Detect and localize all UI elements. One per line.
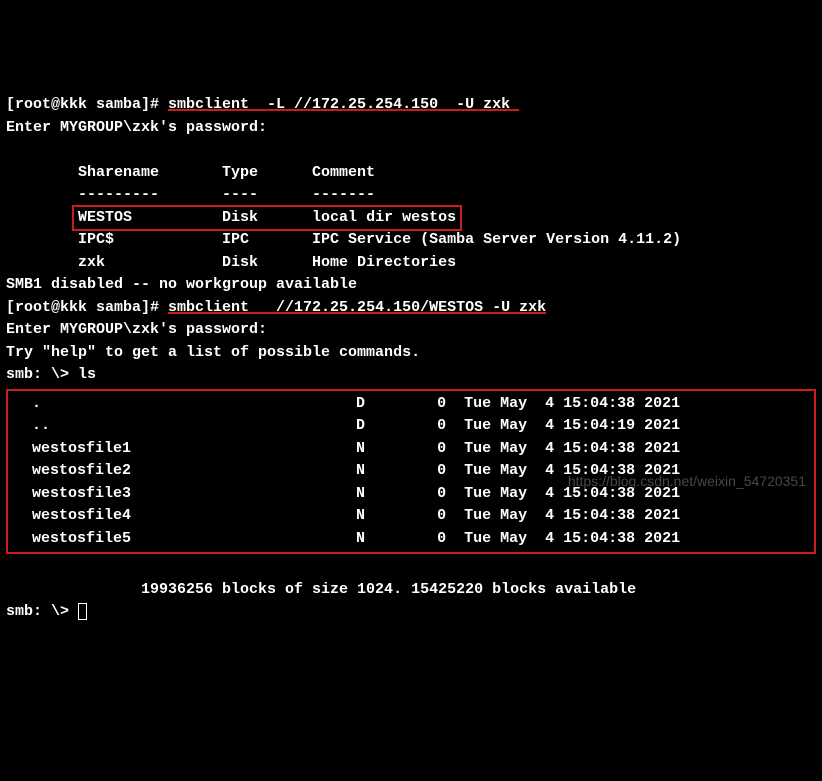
share-row-westos: WESTOS Disk local dir westos <box>74 207 460 230</box>
blocks-available: 19936256 blocks of size 1024. 15425220 b… <box>6 581 636 598</box>
smb1-disabled: SMB1 disabled -- no workgroup available <box>6 276 357 293</box>
listing-row: .. D 0 Tue May 4 15:04:19 2021 <box>14 417 680 434</box>
terminal-output: [root@kkk samba]# smbclient -L //172.25.… <box>6 94 816 624</box>
smb-prompt-end[interactable]: smb: \> <box>6 603 78 620</box>
share-divider: --------- ---- ------- <box>6 186 375 203</box>
password-prompt-1: Enter MYGROUP\zxk's password: <box>6 119 267 136</box>
watermark: https://blog.csdn.net/weixin_54720351 <box>568 471 806 492</box>
prompt-2: [root@kkk samba]# <box>6 299 168 316</box>
command-1: smbclient -L //172.25.254.150 -U zxk <box>168 96 519 113</box>
password-prompt-2: Enter MYGROUP\zxk's password: <box>6 321 267 338</box>
smb-prompt-ls: smb: \> ls <box>6 366 96 383</box>
share-row-ipc: IPC$ IPC IPC Service (Samba Server Versi… <box>6 231 681 248</box>
listing-row: . D 0 Tue May 4 15:04:38 2021 <box>14 395 680 412</box>
try-help: Try "help" to get a list of possible com… <box>6 344 420 361</box>
listing-row: westosfile4 N 0 Tue May 4 15:04:38 2021 <box>14 507 680 524</box>
listing-row: westosfile1 N 0 Tue May 4 15:04:38 2021 <box>14 440 680 457</box>
share-header: Sharename Type Comment <box>6 164 375 181</box>
share-row-zxk: zxk Disk Home Directories <box>6 254 456 271</box>
listing-row: westosfile5 N 0 Tue May 4 15:04:38 2021 <box>14 530 680 547</box>
prompt-1: [root@kkk samba]# <box>6 96 168 113</box>
command-2: smbclient //172.25.254.150/WESTOS -U zxk <box>168 299 546 316</box>
cursor-icon <box>78 603 87 620</box>
